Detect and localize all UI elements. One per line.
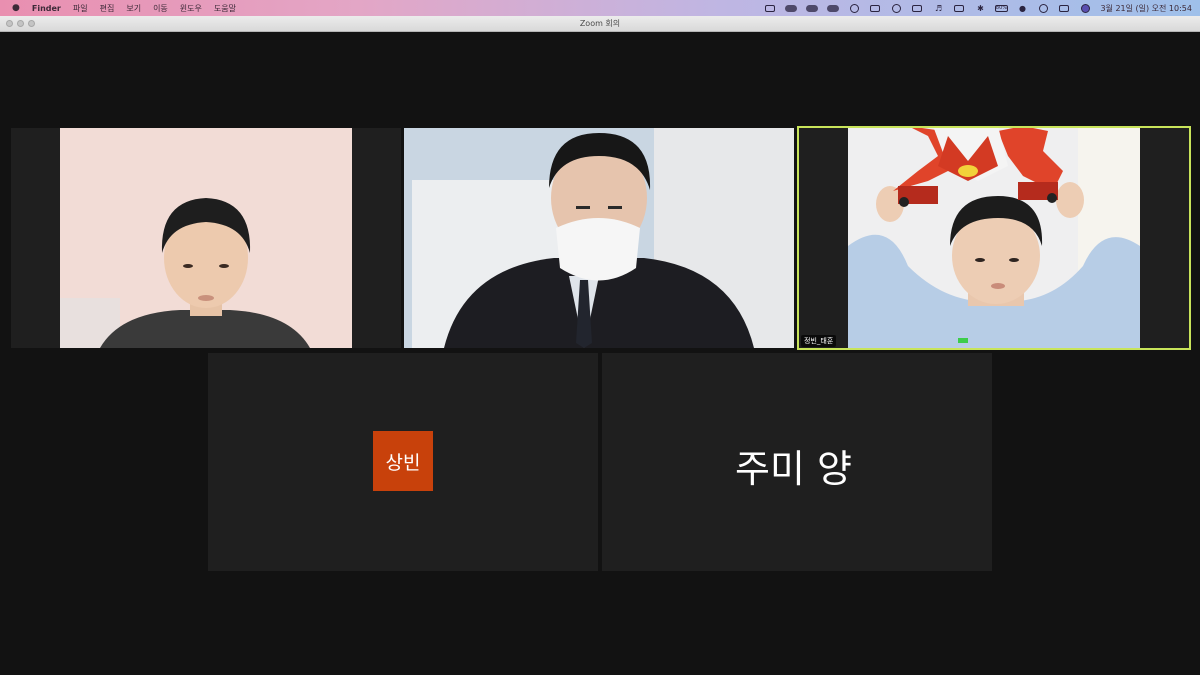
zoom-status-icon[interactable] xyxy=(764,3,776,13)
grid-icon[interactable] xyxy=(869,3,881,13)
bluetooth-icon[interactable]: ✱ xyxy=(974,3,986,13)
menu-help[interactable]: 도움말 xyxy=(214,3,236,14)
menu-app-name[interactable]: Finder xyxy=(32,4,61,13)
menu-go[interactable]: 이동 xyxy=(153,3,168,14)
participant-video xyxy=(848,126,1140,350)
siri-icon[interactable] xyxy=(1079,3,1091,13)
participant-avatar: 상빈 xyxy=(373,431,433,491)
volume-icon[interactable]: ♬ xyxy=(932,3,944,13)
participant-tile[interactable] xyxy=(11,128,401,348)
participant-tile[interactable]: 주미 양 xyxy=(602,353,992,571)
record-icon[interactable] xyxy=(890,3,902,13)
wifi-icon[interactable]: ● xyxy=(1016,3,1028,13)
menu-file[interactable]: 파일 xyxy=(73,3,88,14)
keyboard-icon[interactable] xyxy=(953,3,965,13)
window-titlebar[interactable]: Zoom 회의 xyxy=(0,16,1200,32)
menu-view[interactable]: 보기 xyxy=(126,3,141,14)
menu-edit[interactable]: 편집 xyxy=(100,3,115,14)
participant-name: 주미 양 xyxy=(735,447,852,491)
window-title: Zoom 회의 xyxy=(579,19,621,28)
participant-video xyxy=(60,128,352,348)
toggle-icon[interactable] xyxy=(806,3,819,13)
battery-icon[interactable]: 80% xyxy=(994,3,1009,13)
participant-tile[interactable] xyxy=(404,128,794,348)
info-icon[interactable] xyxy=(848,3,860,13)
cloud-icon[interactable] xyxy=(785,3,798,13)
battery-level: 80% xyxy=(994,4,1009,12)
search-icon[interactable] xyxy=(1037,3,1049,13)
participant-tile[interactable]: 상빈 xyxy=(208,353,598,571)
participant-tile-active[interactable]: 정빈_태훈 xyxy=(797,126,1191,350)
participant-video xyxy=(404,128,794,348)
screen-mirror-icon[interactable] xyxy=(911,3,923,13)
control-center-icon[interactable] xyxy=(1058,3,1070,13)
menu-bar: ● Finder 파일 편집 보기 이동 윈도우 도움말 ♬ ✱ 80% ● 3… xyxy=(0,0,1200,16)
menubar-clock[interactable]: 3월 21일 (일) 오전 10:54 xyxy=(1100,3,1192,14)
apple-icon[interactable]: ● xyxy=(12,3,20,13)
menu-window[interactable]: 윈도우 xyxy=(180,3,202,14)
participant-name-tag: 정빈_태훈 xyxy=(801,335,837,347)
icloud-icon[interactable] xyxy=(827,3,840,13)
